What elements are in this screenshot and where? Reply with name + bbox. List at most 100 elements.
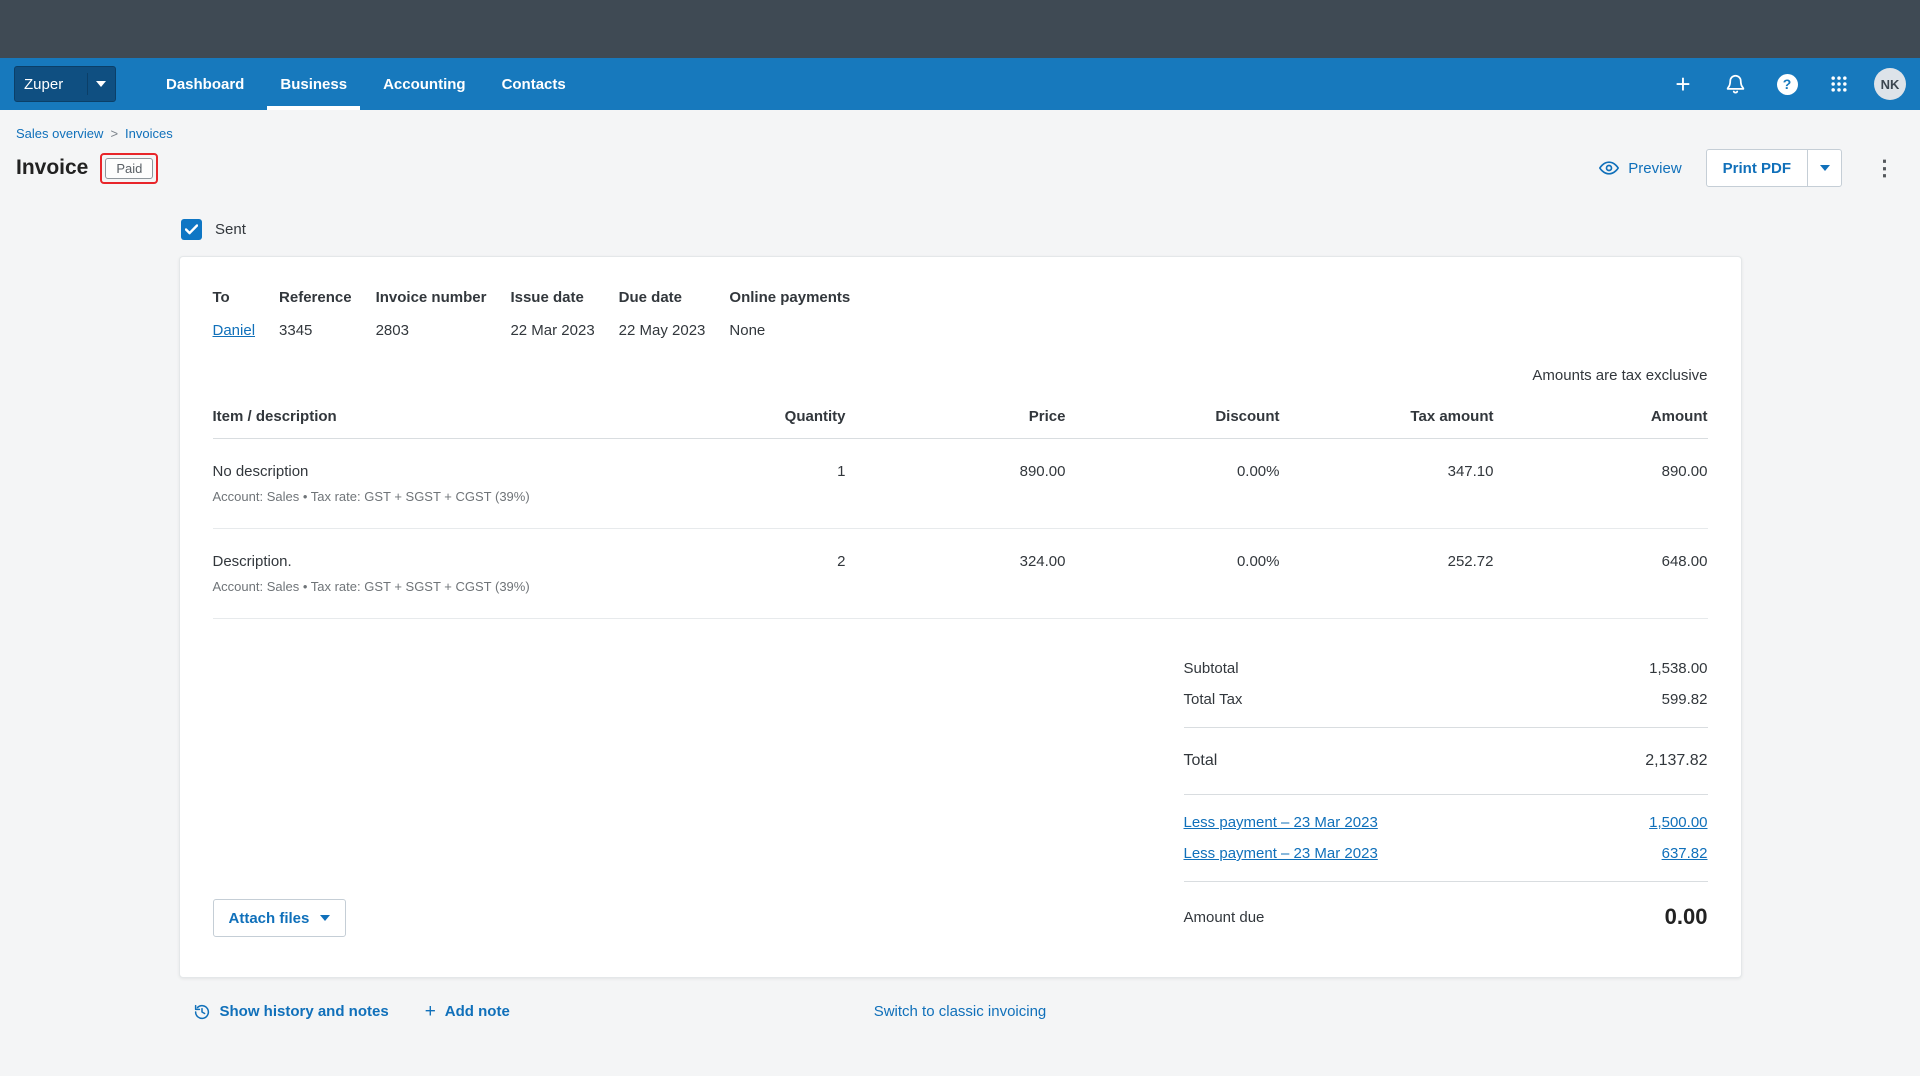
column-header-price: Price [845,396,1066,439]
nav-right-icons: + ? NK [1666,58,1906,110]
subtotal-value: 1,538.00 [1649,660,1708,677]
add-note-button[interactable]: + Add note [425,1002,510,1021]
nav-item-contacts[interactable]: Contacts [489,58,579,110]
history-icon [194,1004,209,1019]
notifications-button[interactable] [1718,67,1752,101]
apps-grid-icon [1831,76,1847,92]
total-tax-label: Total Tax [1183,691,1243,708]
nav-item-label: Accounting [383,75,466,93]
field-value: 2803 [375,322,409,339]
cell-quantity: 1 [837,463,846,480]
field-reference: Reference 3345 [279,289,352,339]
payment-amount-link[interactable]: 637.82 [1662,845,1708,862]
print-pdf-button[interactable]: Print PDF [1707,150,1807,186]
total-label: Total [1183,752,1218,769]
field-due-date: Due date 22 May 2023 [619,289,706,339]
amount-due-label: Amount due [1183,908,1265,926]
total-tax-row: Total Tax 599.82 [1184,684,1708,715]
totals-section: Subtotal 1,538.00 Total Tax 599.82 Total… [1183,653,1708,937]
attach-files-area: Attach files [212,653,1184,937]
total-row: Total 2,137.82 [1184,740,1708,782]
chevron-down-icon [96,81,106,87]
preview-label: Preview [1628,159,1682,177]
field-value: 22 May 2023 [618,322,706,339]
invoice-card: To Daniel Reference 3345 Invoice number … [178,256,1742,978]
nav-item-accounting[interactable]: Accounting [370,58,479,110]
field-value: None [729,322,766,339]
table-header-row: Item / description Quantity Price Discou… [212,396,1708,439]
payment-amount-link[interactable]: 1,500.00 [1649,814,1707,831]
annotation-highlight-box: Paid [100,152,159,184]
kebab-icon: ⋮ [1874,156,1896,180]
item-account-details: Account: Sales • Tax rate: GST + SGST + … [212,579,530,594]
attach-files-button[interactable]: Attach files [212,899,347,937]
item-account-details: Account: Sales • Tax rate: GST + SGST + … [212,489,530,504]
page-header: Invoice Paid Preview Print PDF ⋮ [0,141,1920,187]
item-description: Description. [212,553,292,570]
org-switcher-button[interactable]: Zuper [14,66,116,102]
breadcrumb-invoices[interactable]: Invoices [125,126,173,141]
avatar-initials: NK [1880,76,1900,92]
cell-price: 324.00 [1019,553,1066,570]
contact-link[interactable]: Daniel [213,322,256,339]
nav-items: Dashboard Business Accounting Contacts [148,58,584,110]
breadcrumb-sales-overview[interactable]: Sales overview [16,126,103,141]
total-tax-value: 599.82 [1661,691,1708,708]
cell-description: No description Account: Sales • Tax rate… [213,439,696,529]
nav-item-label: Dashboard [166,75,245,93]
column-header-description: Item / description [212,396,696,439]
cell-discount: 0.00% [1236,553,1280,570]
create-new-button[interactable]: + [1666,67,1700,101]
field-label: Reference [279,289,352,306]
nav-item-dashboard[interactable]: Dashboard [153,58,257,110]
switch-classic-invoicing-link[interactable]: Switch to classic invoicing [874,1003,1047,1020]
column-header-amount: Amount [1493,396,1708,439]
tax-exclusive-note: Amounts are tax exclusive [1532,367,1708,384]
amount-due-row: Amount due 0.00 [1184,894,1708,937]
cell-discount: 0.00% [1236,463,1280,480]
payment-link[interactable]: Less payment – 23 Mar 2023 [1184,845,1378,862]
user-avatar[interactable]: NK [1874,68,1906,100]
item-description: No description [212,463,309,480]
org-divider [87,73,88,95]
column-header-quantity: Quantity [695,396,846,439]
apps-menu-button[interactable] [1822,67,1856,101]
help-icon: ? [1776,73,1798,95]
nav-item-business[interactable]: Business [267,58,360,110]
table-row: No description Account: Sales • Tax rate… [213,439,1708,529]
payment-link[interactable]: Less payment – 23 Mar 2023 [1184,814,1378,831]
cell-tax-amount: 252.72 [1447,553,1494,570]
table-row: Description. Account: Sales • Tax rate: … [213,529,1708,619]
sent-checkbox[interactable] [181,219,202,240]
bell-icon [1726,74,1744,93]
field-invoice-number: Invoice number 2803 [376,289,487,339]
print-pdf-dropdown-button[interactable] [1807,150,1841,186]
field-value: 22 Mar 2023 [510,322,595,339]
browser-top-bar [0,0,1920,58]
field-to: To Daniel [213,289,256,339]
field-label: Due date [618,289,683,306]
org-caret-wrap [87,73,106,95]
breadcrumb-separator: > [110,126,119,141]
totals-divider [1183,881,1708,882]
header-actions: Preview Print PDF ⋮ [1599,149,1904,187]
help-button[interactable]: ? [1770,67,1804,101]
add-note-label: Add note [444,1003,510,1020]
preview-button[interactable]: Preview [1599,159,1682,177]
chevron-down-icon [1819,165,1830,171]
amount-due-value: 0.00 [1664,904,1708,929]
field-issue-date: Issue date 22 Mar 2023 [510,289,594,339]
column-header-tax-amount: Tax amount [1279,396,1494,439]
field-label: To [212,289,230,306]
chevron-down-icon [320,915,331,921]
print-pdf-label: Print PDF [1722,159,1791,177]
more-options-button[interactable]: ⋮ [1866,156,1904,181]
total-value: 2,137.82 [1645,752,1708,769]
cell-amount: 648.00 [1661,553,1708,570]
show-history-label: Show history and notes [219,1003,389,1020]
show-history-button[interactable]: Show history and notes [193,1003,389,1021]
field-online-payments: Online payments None [729,289,850,339]
card-bottom: Attach files Subtotal 1,538.00 Total Tax… [212,653,1708,937]
nav-item-label: Business [280,75,348,93]
sent-label: Sent [215,221,246,238]
